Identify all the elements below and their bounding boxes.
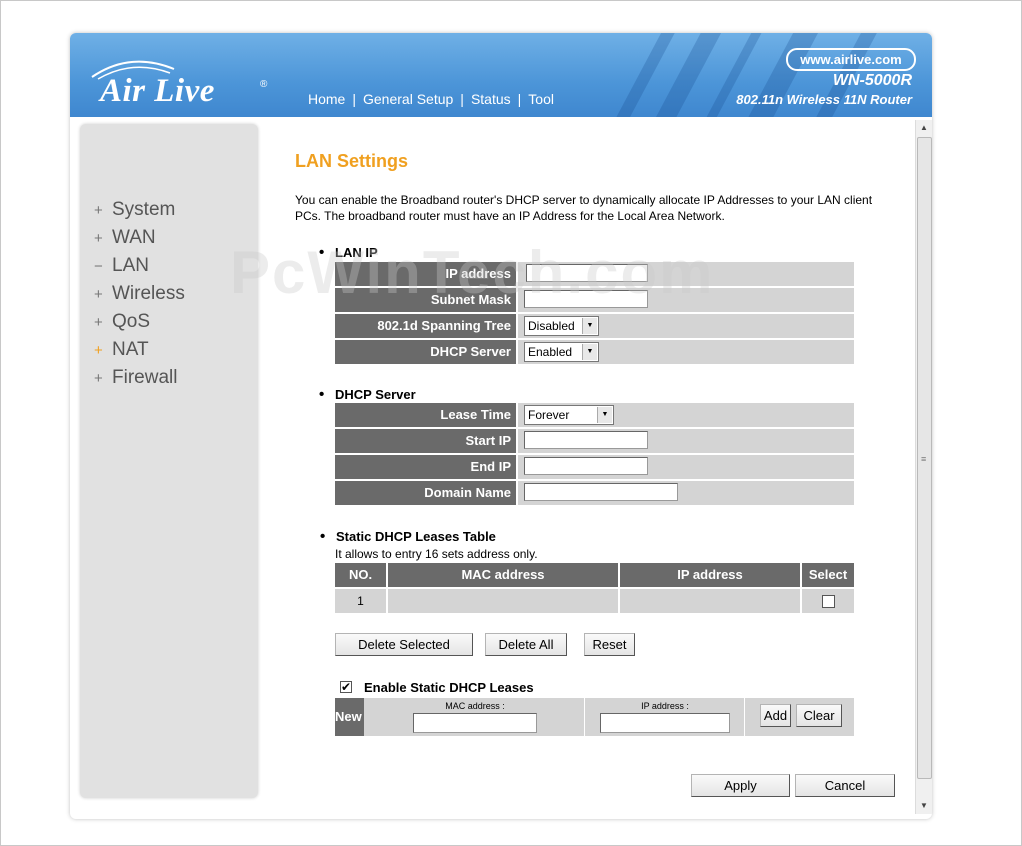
sidebar-item-label: QoS <box>112 311 151 332</box>
domain-name-field[interactable] <box>524 483 678 501</box>
new-mac-cell: MAC address : <box>366 698 585 736</box>
sidebar-item-label: Wireless <box>112 283 185 304</box>
ip-address-label: IP address <box>335 262 516 286</box>
logo-registered-mark: ® <box>260 79 268 90</box>
main-content: LAN Settings You can enable the Broadban… <box>295 33 915 819</box>
chevron-down-icon: ▼ <box>597 407 612 423</box>
sidebar-item-label: WAN <box>112 227 156 248</box>
new-mac-label: MAC address : <box>445 701 505 711</box>
new-entry-row: New MAC address : IP address : Add Clear <box>335 698 854 736</box>
scroll-thumb[interactable]: ≡ <box>917 137 932 779</box>
start-ip-label: Start IP <box>335 429 516 453</box>
row-1-no: 1 <box>335 589 386 613</box>
lease-time-label: Lease Time <box>335 403 516 427</box>
new-ip-cell: IP address : <box>586 698 745 736</box>
delete-all-button[interactable]: Delete All <box>485 633 567 656</box>
sidebar-item-system[interactable]: + System <box>94 196 185 224</box>
sidebar-item-firewall[interactable]: + Firewall <box>94 364 185 392</box>
column-header-select: Select <box>802 563 854 587</box>
sidebar-item-nat[interactable]: + NAT <box>94 336 185 364</box>
delete-selected-button[interactable]: Delete Selected <box>335 633 473 656</box>
dhcp-server-row: DHCP Server Enabled ▼ <box>335 340 854 364</box>
reset-button[interactable]: Reset <box>584 633 635 656</box>
row-1-ip <box>620 589 800 613</box>
lease-time-select[interactable]: Forever ▼ <box>524 405 614 425</box>
column-header-mac: MAC address <box>388 563 618 587</box>
cancel-button[interactable]: Cancel <box>795 774 895 797</box>
sidebar-item-wan[interactable]: + WAN <box>94 224 185 252</box>
clear-button[interactable]: Clear <box>796 704 842 727</box>
end-ip-label: End IP <box>335 455 516 479</box>
expand-icon: + <box>94 369 103 387</box>
ip-address-field[interactable] <box>526 264 648 282</box>
row-1-mac <box>388 589 618 613</box>
subnet-mask-label: Subnet Mask <box>335 288 516 312</box>
column-header-ip: IP address <box>620 563 800 587</box>
new-ip-field[interactable] <box>600 713 730 733</box>
end-ip-field[interactable] <box>524 457 648 475</box>
start-ip-field[interactable] <box>524 431 648 449</box>
subnet-mask-field[interactable] <box>524 290 648 308</box>
sidebar-item-label: Firewall <box>112 367 178 388</box>
sidebar-menu: + System + WAN − LAN + Wireless + QoS + NAT + F… <box>94 196 185 392</box>
lan-ip-heading: LAN IP <box>319 244 377 261</box>
expand-icon: + <box>94 201 103 219</box>
enable-static-checkbox[interactable]: ✔ <box>340 681 352 693</box>
logo-text: Air Live <box>100 73 215 109</box>
lease-time-value: Forever <box>528 408 570 422</box>
new-label: New <box>335 698 364 736</box>
add-button[interactable]: Add <box>760 704 791 727</box>
sidebar-item-label: LAN <box>112 255 149 276</box>
sidebar: + System + WAN − LAN + Wireless + QoS + NAT + F… <box>80 124 258 798</box>
ip-address-row: IP address <box>335 262 854 286</box>
grip-icon: ≡ <box>921 454 927 464</box>
page-title: LAN Settings <box>295 151 409 171</box>
vertical-scrollbar[interactable]: ▲ ≡ ▼ <box>915 120 932 814</box>
static-leases-table: NO. MAC address IP address Select 1 <box>335 563 854 613</box>
new-ip-label: IP address : <box>641 701 689 711</box>
dhcp-server-value: Enabled <box>528 345 573 359</box>
expand-icon: + <box>94 313 103 331</box>
chevron-down-icon: ▼ <box>582 318 597 334</box>
sidebar-item-lan[interactable]: − LAN <box>94 252 185 280</box>
spanning-tree-label: 802.1d Spanning Tree <box>335 314 516 338</box>
collapse-icon: − <box>94 257 103 275</box>
domain-name-label: Domain Name <box>335 481 516 505</box>
router-page: Air Live ® Home | General Setup | Status | Too… <box>70 33 932 819</box>
sidebar-item-label: NAT <box>112 339 149 360</box>
scroll-down-icon[interactable]: ▼ <box>916 798 932 814</box>
apply-button[interactable]: Apply <box>691 774 790 797</box>
expand-icon: + <box>94 229 103 247</box>
chevron-down-icon: ▼ <box>582 344 597 360</box>
scroll-up-icon[interactable]: ▲ <box>916 120 932 136</box>
spanning-tree-value: Disabled <box>528 319 575 333</box>
sidebar-item-qos[interactable]: + QoS <box>94 308 185 336</box>
end-ip-row: End IP <box>335 455 854 479</box>
column-header-no: NO. <box>335 563 386 587</box>
enable-static-label: Enable Static DHCP Leases <box>364 680 534 695</box>
dhcp-heading: DHCP Server <box>319 386 416 403</box>
new-mac-field[interactable] <box>413 713 537 733</box>
sidebar-item-wireless[interactable]: + Wireless <box>94 280 185 308</box>
dhcp-server-select[interactable]: Enabled ▼ <box>524 342 599 362</box>
sidebar-item-label: System <box>112 199 176 220</box>
dhcp-server-label: DHCP Server <box>335 340 516 364</box>
spanning-tree-select[interactable]: Disabled ▼ <box>524 316 599 336</box>
domain-name-row: Domain Name <box>335 481 854 505</box>
static-leases-heading: Static DHCP Leases Table <box>320 528 496 545</box>
lease-time-row: Lease Time Forever ▼ <box>335 403 854 427</box>
expand-icon: + <box>94 341 103 359</box>
subnet-mask-row: Subnet Mask <box>335 288 854 312</box>
row-1-select-checkbox[interactable] <box>821 595 835 609</box>
expand-icon: + <box>94 285 103 303</box>
spanning-tree-row: 802.1d Spanning Tree Disabled ▼ <box>335 314 854 338</box>
row-1-select-cell <box>802 589 854 613</box>
static-leases-note: It allows to entry 16 sets address only. <box>335 547 538 561</box>
start-ip-row: Start IP <box>335 429 854 453</box>
page-description: You can enable the Broadband router's DH… <box>295 193 873 223</box>
